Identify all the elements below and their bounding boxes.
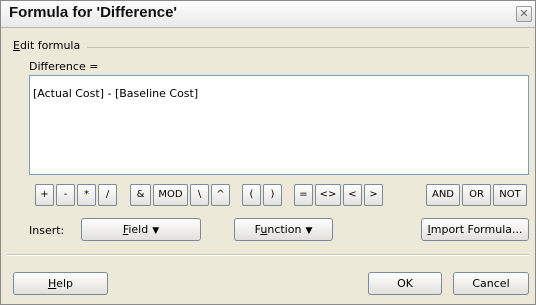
dialog-title: Formula for 'Difference' bbox=[9, 4, 177, 21]
help-button[interactable]: Help bbox=[13, 272, 108, 295]
title-bar: Formula for 'Difference' ✕ bbox=[1, 1, 535, 28]
operator-button-and[interactable]: AND bbox=[426, 184, 460, 206]
operator-button-caret[interactable]: ^ bbox=[211, 184, 230, 206]
formula-field-label: Difference = bbox=[29, 60, 99, 73]
chevron-down-icon: ▼ bbox=[305, 226, 313, 236]
insert-label: Insert: bbox=[29, 224, 65, 237]
operator-button-not-equal[interactable]: <> bbox=[315, 184, 341, 206]
operator-button-not[interactable]: NOT bbox=[493, 184, 527, 206]
close-button[interactable]: ✕ bbox=[516, 6, 532, 22]
operator-button-less-than[interactable]: < bbox=[343, 184, 362, 206]
insert-field-button[interactable]: Field ▼ bbox=[81, 218, 201, 241]
operator-button-or[interactable]: OR bbox=[462, 184, 491, 206]
operator-button-divide[interactable]: / bbox=[98, 184, 117, 206]
group-divider bbox=[87, 47, 529, 48]
operator-button-equals[interactable]: = bbox=[294, 184, 313, 206]
operator-button-ampersand[interactable]: & bbox=[130, 184, 151, 206]
operator-button-close-paren[interactable]: ) bbox=[263, 184, 282, 206]
import-formula-button[interactable]: Import Formula... bbox=[421, 218, 529, 241]
close-icon: ✕ bbox=[519, 7, 529, 20]
operator-button-minus[interactable]: - bbox=[56, 184, 75, 206]
operator-button-mod[interactable]: MOD bbox=[153, 184, 188, 206]
formula-dialog: Formula for 'Difference' ✕ Edit formula … bbox=[0, 0, 536, 305]
formula-textarea[interactable]: [Actual Cost] - [Baseline Cost] bbox=[29, 75, 529, 175]
footer-divider bbox=[7, 254, 529, 256]
formula-text: [Actual Cost] - [Baseline Cost] bbox=[33, 87, 199, 100]
operator-button-multiply[interactable]: * bbox=[77, 184, 96, 206]
edit-formula-group-label: Edit formula bbox=[13, 39, 81, 52]
ok-button[interactable]: OK bbox=[368, 272, 442, 295]
operator-button-backslash[interactable]: \ bbox=[190, 184, 209, 206]
cancel-button[interactable]: Cancel bbox=[453, 272, 529, 295]
operator-button-plus[interactable]: + bbox=[35, 184, 54, 206]
operator-button-open-paren[interactable]: ( bbox=[242, 184, 261, 206]
chevron-down-icon: ▼ bbox=[152, 226, 160, 236]
insert-function-button[interactable]: Function ▼ bbox=[234, 218, 333, 241]
operator-button-greater-than[interactable]: > bbox=[364, 184, 383, 206]
